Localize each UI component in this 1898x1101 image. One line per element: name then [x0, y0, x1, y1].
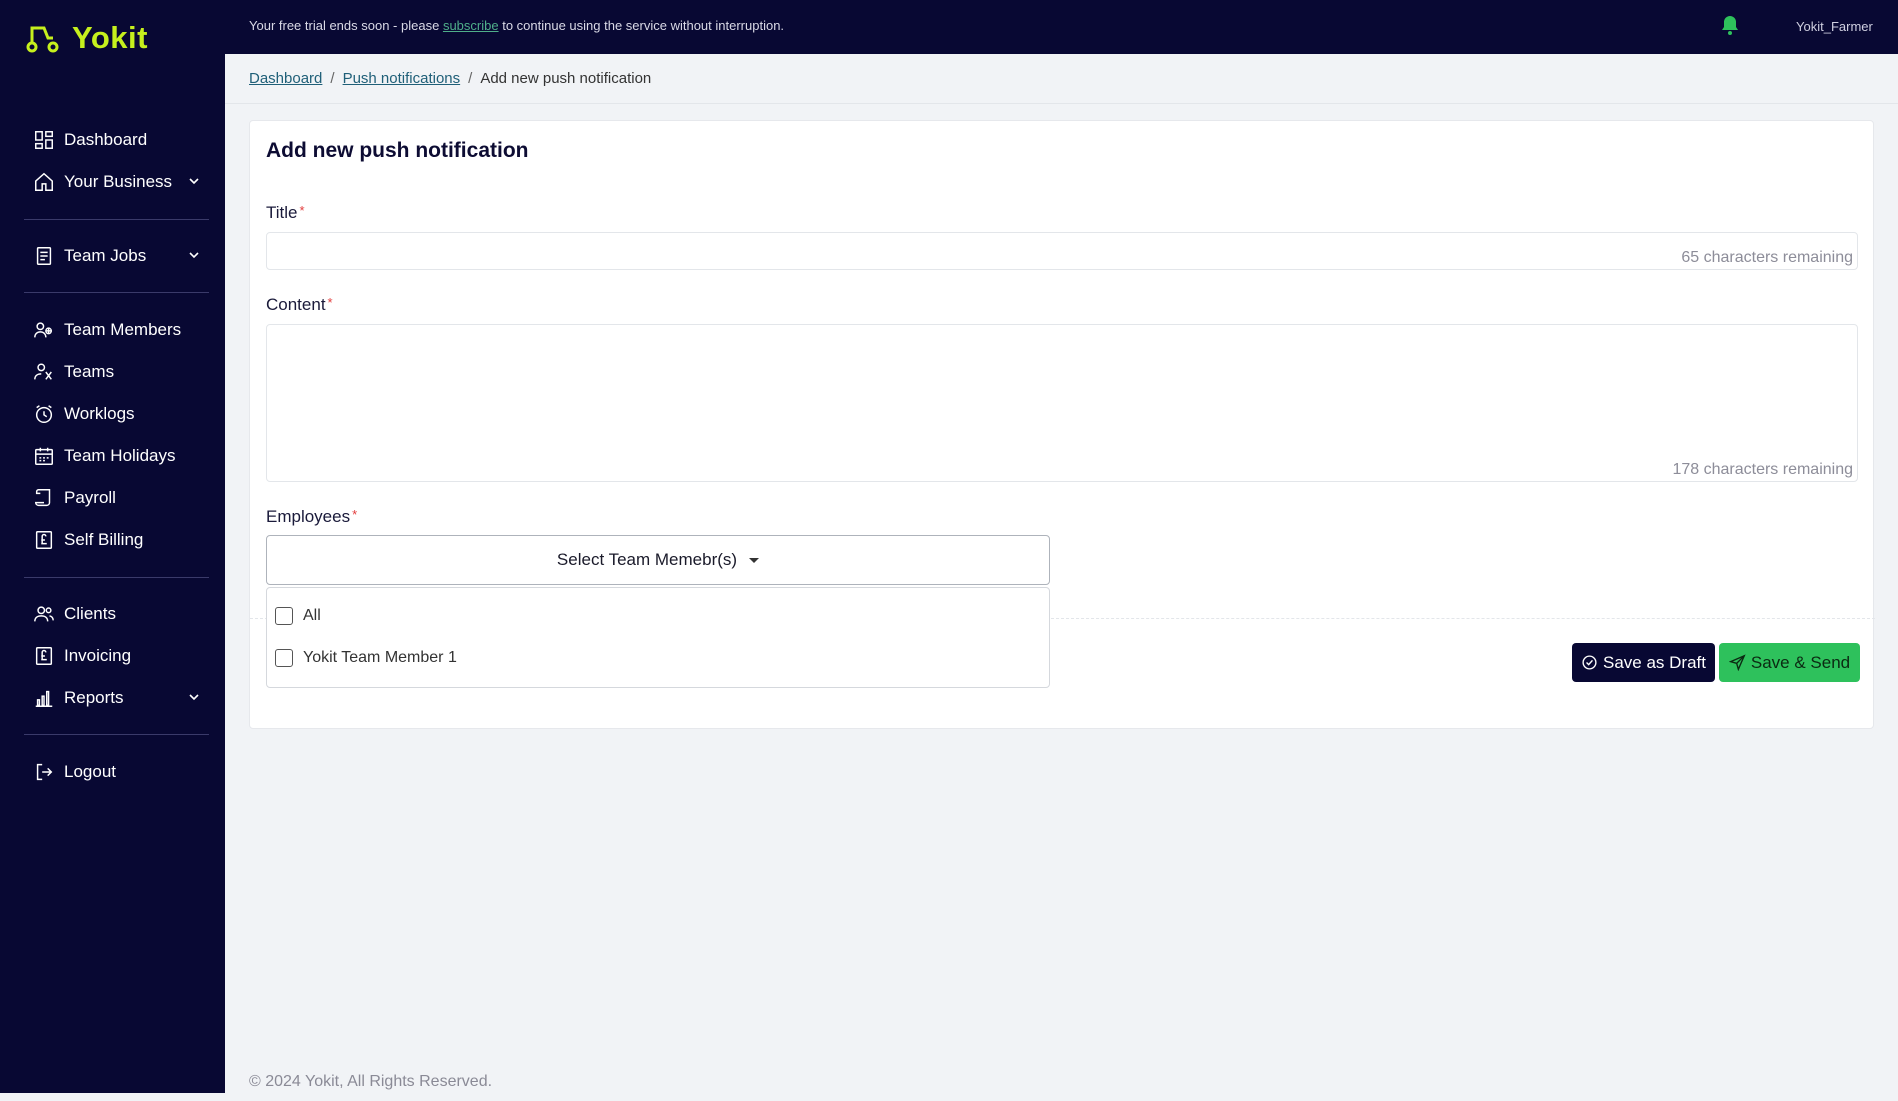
sidebar-item-label: Team Jobs: [64, 246, 147, 265]
clients-icon: [32, 602, 56, 626]
sidebar-item-label: Logout: [64, 762, 116, 781]
employees-label: Employees *: [266, 507, 357, 527]
option-all[interactable]: All: [275, 607, 321, 625]
employees-select[interactable]: Select Team Memebr(s): [266, 535, 1050, 585]
chevron-down-icon: [189, 252, 199, 259]
sidebar-item-label: Your Business: [64, 172, 173, 191]
chevron-down-icon: [189, 178, 199, 185]
top-bar: Your free trial ends soon - please subsc…: [225, 0, 1898, 54]
sidebar: Yokit Dashboard Your Business Team Jobs: [0, 0, 225, 1093]
trial-text: Your free trial ends soon - please: [249, 18, 440, 33]
content-label: Content *: [266, 295, 333, 315]
save-and-send-label: Save & Send: [1750, 652, 1851, 672]
scroll-icon: [32, 486, 56, 510]
sidebar-item-label: Payroll: [64, 488, 116, 507]
checkbox-team-member[interactable]: [275, 649, 293, 667]
footer-copyright: © 2024 Yokit, All Rights Reserved.: [249, 1073, 493, 1090]
dashboard-icon: [32, 128, 56, 152]
required-mark: *: [352, 507, 358, 522]
tractor-logo-icon: [26, 26, 59, 53]
checkbox-all[interactable]: [275, 607, 293, 625]
sidebar-item-clients[interactable]: Clients: [24, 593, 209, 635]
calendar-icon: [32, 444, 56, 468]
pound-doc-icon: [32, 528, 56, 552]
required-mark: *: [327, 295, 333, 310]
sidebar-item-your-business[interactable]: Your Business: [24, 161, 209, 203]
sidebar-item-team-members[interactable]: Team Members: [24, 309, 209, 351]
sidebar-divider: [24, 292, 209, 293]
send-icon: [1728, 654, 1746, 671]
content-textarea[interactable]: 178 characters remaining: [266, 324, 1858, 482]
user-menu[interactable]: Yokit_Farmer: [1796, 19, 1873, 34]
subscribe-link[interactable]: subscribe: [443, 18, 499, 33]
required-mark: *: [299, 203, 305, 218]
brand-name: Yokit: [72, 20, 148, 55]
content-label-text: Content: [266, 295, 326, 314]
bar-chart-icon: [32, 686, 56, 710]
sidebar-item-reports[interactable]: Reports: [24, 677, 209, 719]
sidebar-item-label: Worklogs: [64, 404, 135, 423]
option-team-member[interactable]: Yokit Team Member 1: [275, 649, 457, 667]
brand-logo[interactable]: Yokit: [26, 20, 148, 56]
logout-icon: [32, 760, 56, 784]
jobs-icon: [32, 244, 56, 268]
page-title: Add new push notification: [266, 139, 529, 162]
trial-banner: Your free trial ends soon - please subsc…: [249, 18, 784, 33]
save-and-send-button[interactable]: Save & Send: [1719, 643, 1860, 682]
sidebar-item-team-holidays[interactable]: Team Holidays: [24, 435, 209, 477]
sidebar-item-team-jobs[interactable]: Team Jobs: [24, 235, 209, 277]
notification-form-card: Add new push notification Title * 65 char…: [249, 120, 1875, 729]
sidebar-item-self-billing[interactable]: Self Billing: [24, 519, 209, 561]
clock-icon: [32, 402, 56, 426]
sidebar-item-label: Team Members: [64, 320, 182, 339]
employees-select-label: Select Team Memebr(s): [556, 550, 738, 569]
sidebar-item-label: Team Holidays: [64, 446, 176, 465]
title-label: Title *: [266, 203, 305, 223]
breadcrumb-divider: [225, 103, 1898, 104]
save-as-draft-label: Save as Draft: [1603, 652, 1706, 672]
home-icon: [32, 170, 56, 194]
employees-label-text: Employees: [266, 507, 351, 526]
title-input[interactable]: 65 characters remaining: [266, 232, 1858, 270]
save-as-draft-button[interactable]: Save as Draft: [1572, 643, 1715, 682]
sidebar-divider: [24, 577, 209, 578]
sidebar-divider: [24, 734, 209, 735]
bell-icon[interactable]: [1720, 14, 1740, 36]
trial-text: to continue using the service without in…: [502, 18, 785, 33]
breadcrumb-dashboard[interactable]: Dashboard: [249, 70, 322, 87]
sidebar-item-label: Dashboard: [64, 130, 148, 149]
employees-dropdown: All Yokit Team Member 1: [266, 587, 1050, 688]
title-char-counter: 65 characters remaining: [1681, 249, 1853, 266]
sidebar-item-label: Teams: [64, 362, 115, 381]
sidebar-item-dashboard[interactable]: Dashboard: [24, 119, 209, 161]
breadcrumb: Dashboard / Push notifications / Add new…: [249, 70, 651, 87]
caret-down-icon: [749, 557, 760, 563]
check-circle-icon: [1582, 655, 1597, 670]
title-label-text: Title: [266, 203, 298, 222]
sidebar-item-logout[interactable]: Logout: [24, 751, 209, 793]
sidebar-item-teams[interactable]: Teams: [24, 351, 209, 393]
teams-icon: [32, 360, 56, 384]
invoice-icon: [32, 644, 56, 668]
breadcrumb-separator: /: [468, 70, 473, 87]
sidebar-item-invoicing[interactable]: Invoicing: [24, 635, 209, 677]
breadcrumb-push-notifications[interactable]: Push notifications: [343, 70, 461, 87]
option-label: Yokit Team Member 1: [303, 649, 457, 666]
breadcrumb-separator: /: [330, 70, 335, 87]
chevron-down-icon: [189, 694, 199, 701]
option-label: All: [303, 607, 321, 624]
sidebar-item-worklogs[interactable]: Worklogs: [24, 393, 209, 435]
sidebar-item-label: Self Billing: [64, 530, 144, 549]
sidebar-item-label: Invoicing: [64, 646, 132, 665]
sidebar-item-label: Clients: [64, 604, 116, 623]
sidebar-item-label: Reports: [64, 688, 124, 707]
sidebar-divider: [24, 219, 209, 220]
team-members-icon: [32, 318, 56, 342]
breadcrumb-current: Add new push notification: [480, 70, 652, 87]
sidebar-item-payroll[interactable]: Payroll: [24, 477, 209, 519]
content-char-counter: 178 characters remaining: [1672, 461, 1853, 478]
